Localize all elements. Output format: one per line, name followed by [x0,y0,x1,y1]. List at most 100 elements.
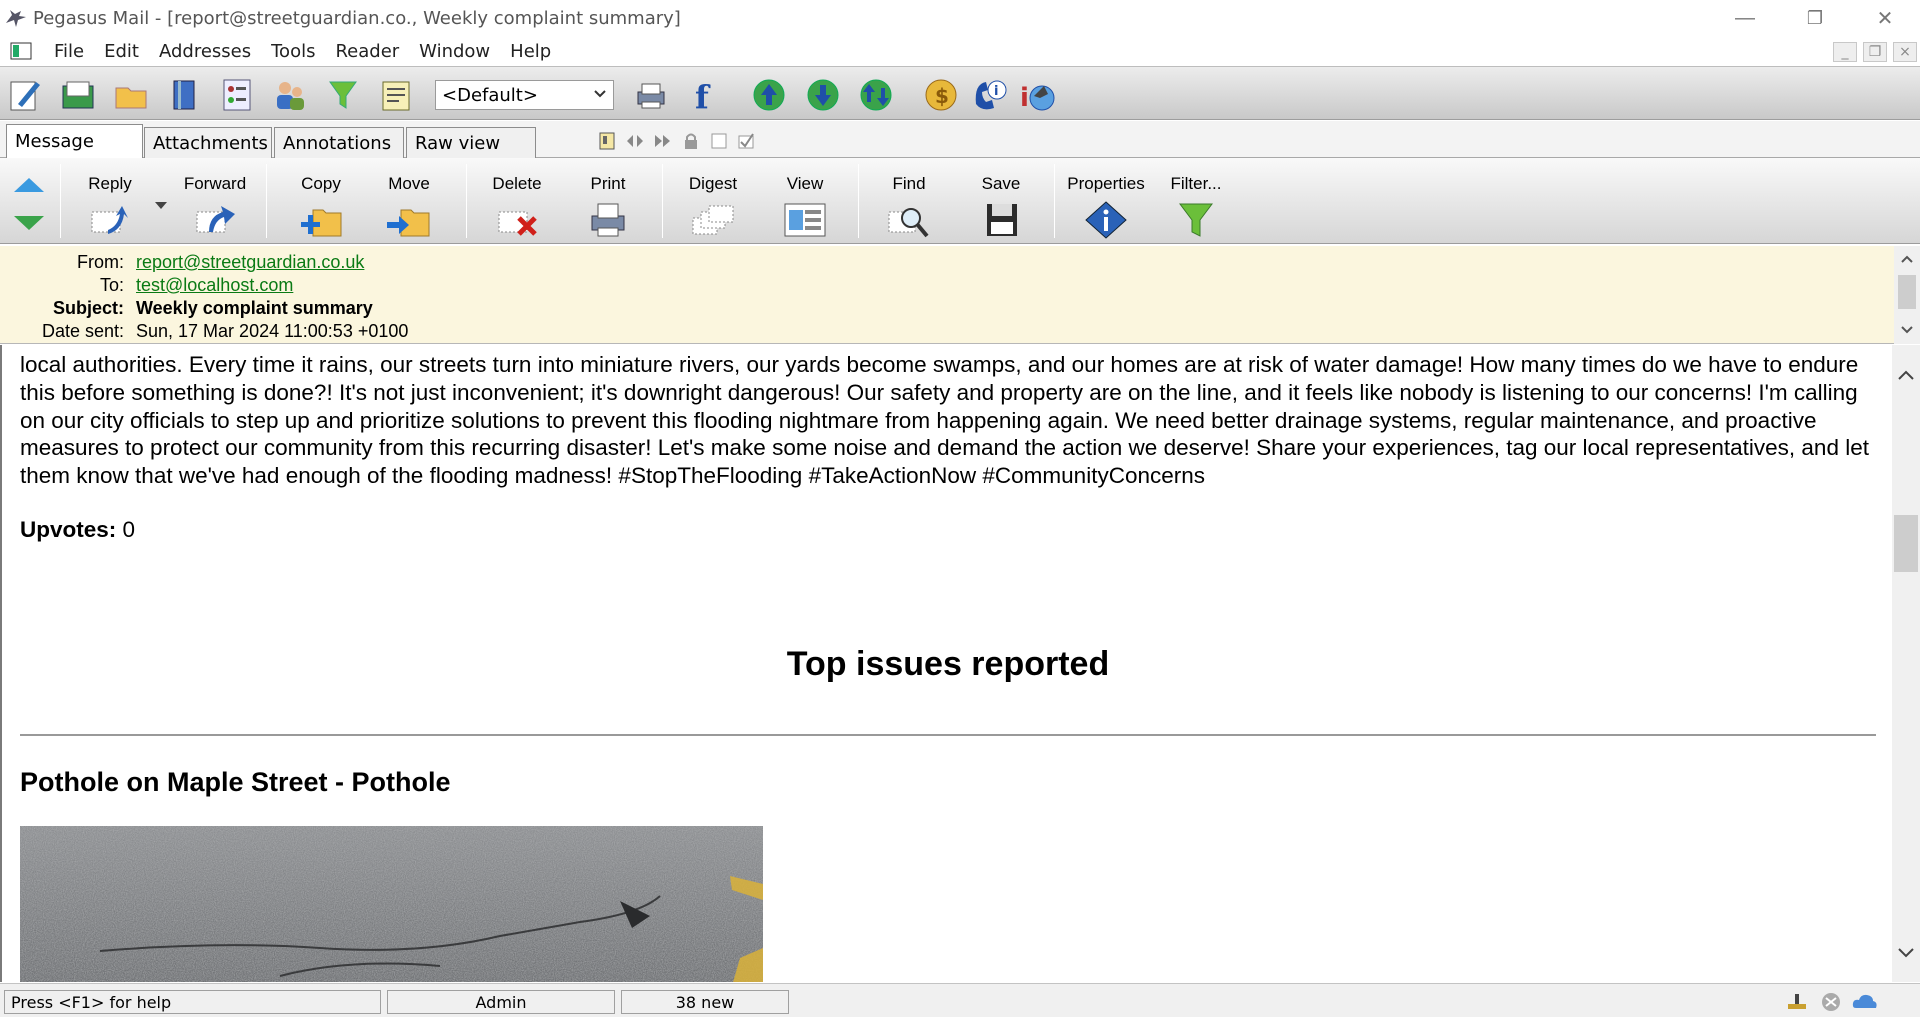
svg-text:i: i [994,84,998,99]
filter-label: Filter... [1170,174,1222,193]
tab-attachments[interactable]: Attachments [144,127,272,158]
header-scroll-thumb[interactable] [1898,275,1916,309]
noticeboard-icon[interactable] [377,76,415,114]
move-icon [387,209,430,237]
svg-text:i: i [1020,83,1029,113]
send-check-mail-icon[interactable] [857,76,895,114]
upvotes: Upvotes: 0 [20,517,135,543]
filter-funnel-icon[interactable] [324,76,362,114]
menu-tools[interactable]: Tools [261,41,325,62]
font-icon[interactable]: f [685,76,723,114]
menu-reader[interactable]: Reader [325,41,409,62]
clear-checkmarks-icon[interactable] [737,131,757,151]
menu-addresses[interactable]: Addresses [149,41,261,62]
forward-button[interactable]: Forward [180,174,250,240]
reply-label: Reply [88,174,132,193]
menu-edit[interactable]: Edit [94,41,149,62]
scroll-down-icon[interactable] [1897,947,1915,959]
view-label: View [786,174,824,193]
view-tabs: Message Attachments Annotations Raw view [0,121,1920,159]
previous-message-arrow-icon[interactable] [12,176,46,194]
inbox-icon[interactable] [59,76,97,114]
close-button[interactable]: ✕ [1850,0,1920,36]
lock-icon[interactable] [681,131,701,151]
date-label: Date sent: [41,321,124,341]
delete-icon [498,211,537,236]
print-icon[interactable] [632,76,670,114]
tab-raw-view[interactable]: Raw view [406,127,536,158]
cloud-icon[interactable] [1852,992,1878,1010]
tab-annotations-label: Annotations [283,132,392,154]
compose-icon[interactable] [6,76,44,114]
print-button[interactable]: Print [573,174,643,240]
identity-select[interactable]: <Default> [435,80,614,110]
message-header: From: report@streetguardian.co.uk To: te… [0,246,1920,344]
fast-forward-icon[interactable] [653,131,673,151]
to-row: To: test@localhost.com [0,274,293,297]
svg-text:$: $ [935,84,949,108]
scroll-up-icon[interactable] [1901,255,1913,263]
tab-annotations[interactable]: Annotations [274,127,404,158]
scroll-up-icon[interactable] [1897,369,1915,381]
checkbox-icon[interactable] [709,131,729,151]
next-message-arrow-icon[interactable] [12,214,46,232]
forward-label: Forward [183,174,247,193]
folders-icon[interactable] [112,76,150,114]
reply-icon [91,206,128,234]
menu-bar: File Edit Addresses Tools Reader Window … [0,36,1920,66]
attachment-view-icon[interactable] [597,131,617,151]
status-new-count: 38 new [621,990,789,1014]
send-mail-icon[interactable] [804,76,842,114]
chevron-down-icon [594,90,606,98]
filter-button[interactable]: Filter... [1160,174,1232,240]
header-scrollbar[interactable] [1894,246,1920,344]
mdi-close-button[interactable]: × [1893,42,1917,62]
move-button[interactable]: Move [374,174,444,240]
distribution-list-icon[interactable] [218,76,256,114]
users-icon[interactable] [271,76,309,114]
prev-next-icon[interactable] [625,131,645,151]
properties-icon [1085,201,1127,239]
restore-button[interactable]: ❐ [1780,0,1850,36]
mdi-restore-button[interactable]: ❐ [1863,42,1887,62]
to-label: To: [99,275,124,295]
menu-help[interactable]: Help [500,41,561,62]
to-address-link[interactable]: test@localhost.com [136,275,293,296]
offline-icon[interactable] [1820,992,1842,1012]
from-address-link[interactable]: report@streetguardian.co.uk [136,252,364,273]
check-mail-icon[interactable] [750,76,788,114]
save-button[interactable]: Save [966,174,1036,240]
tab-attachments-label: Attachments [153,132,268,154]
about-icon[interactable]: i [1018,76,1056,114]
from-row: From: report@streetguardian.co.uk [0,251,364,274]
status-user: Admin [387,990,615,1014]
copy-button[interactable]: Copy [286,174,356,240]
minimize-button[interactable]: — [1710,0,1780,36]
network-icon[interactable] [1786,992,1808,1012]
help-icon[interactable]: i [970,76,1008,114]
find-icon [888,208,929,238]
body-scrollbar[interactable] [1892,345,1920,982]
body-scroll-thumb[interactable] [1894,515,1918,572]
menu-file[interactable]: File [44,41,94,62]
upvotes-value: 0 [122,517,136,542]
view-button[interactable]: View [770,174,840,240]
divider [20,734,1876,736]
subject-row: Subject: Weekly complaint summary [0,297,373,320]
mdi-minimize-button[interactable]: _ [1833,42,1857,62]
delete-label: Delete [492,174,542,193]
status-help: Press <F1> for help [4,990,381,1014]
tab-message[interactable]: Message [6,124,143,159]
scroll-down-icon[interactable] [1901,326,1913,334]
reply-dropdown-icon[interactable] [155,202,167,210]
coins-icon[interactable]: $ [922,76,960,114]
find-button[interactable]: Find [874,174,944,240]
digest-button[interactable]: Digest [678,174,748,240]
addressbook-icon[interactable] [165,76,203,114]
menu-window[interactable]: Window [409,41,500,62]
identity-select-value: <Default> [442,84,538,106]
properties-button[interactable]: Properties [1066,174,1146,240]
reply-button[interactable]: Reply [78,174,142,240]
delete-button[interactable]: Delete [482,174,552,240]
tab-message-label: Message [15,131,94,152]
